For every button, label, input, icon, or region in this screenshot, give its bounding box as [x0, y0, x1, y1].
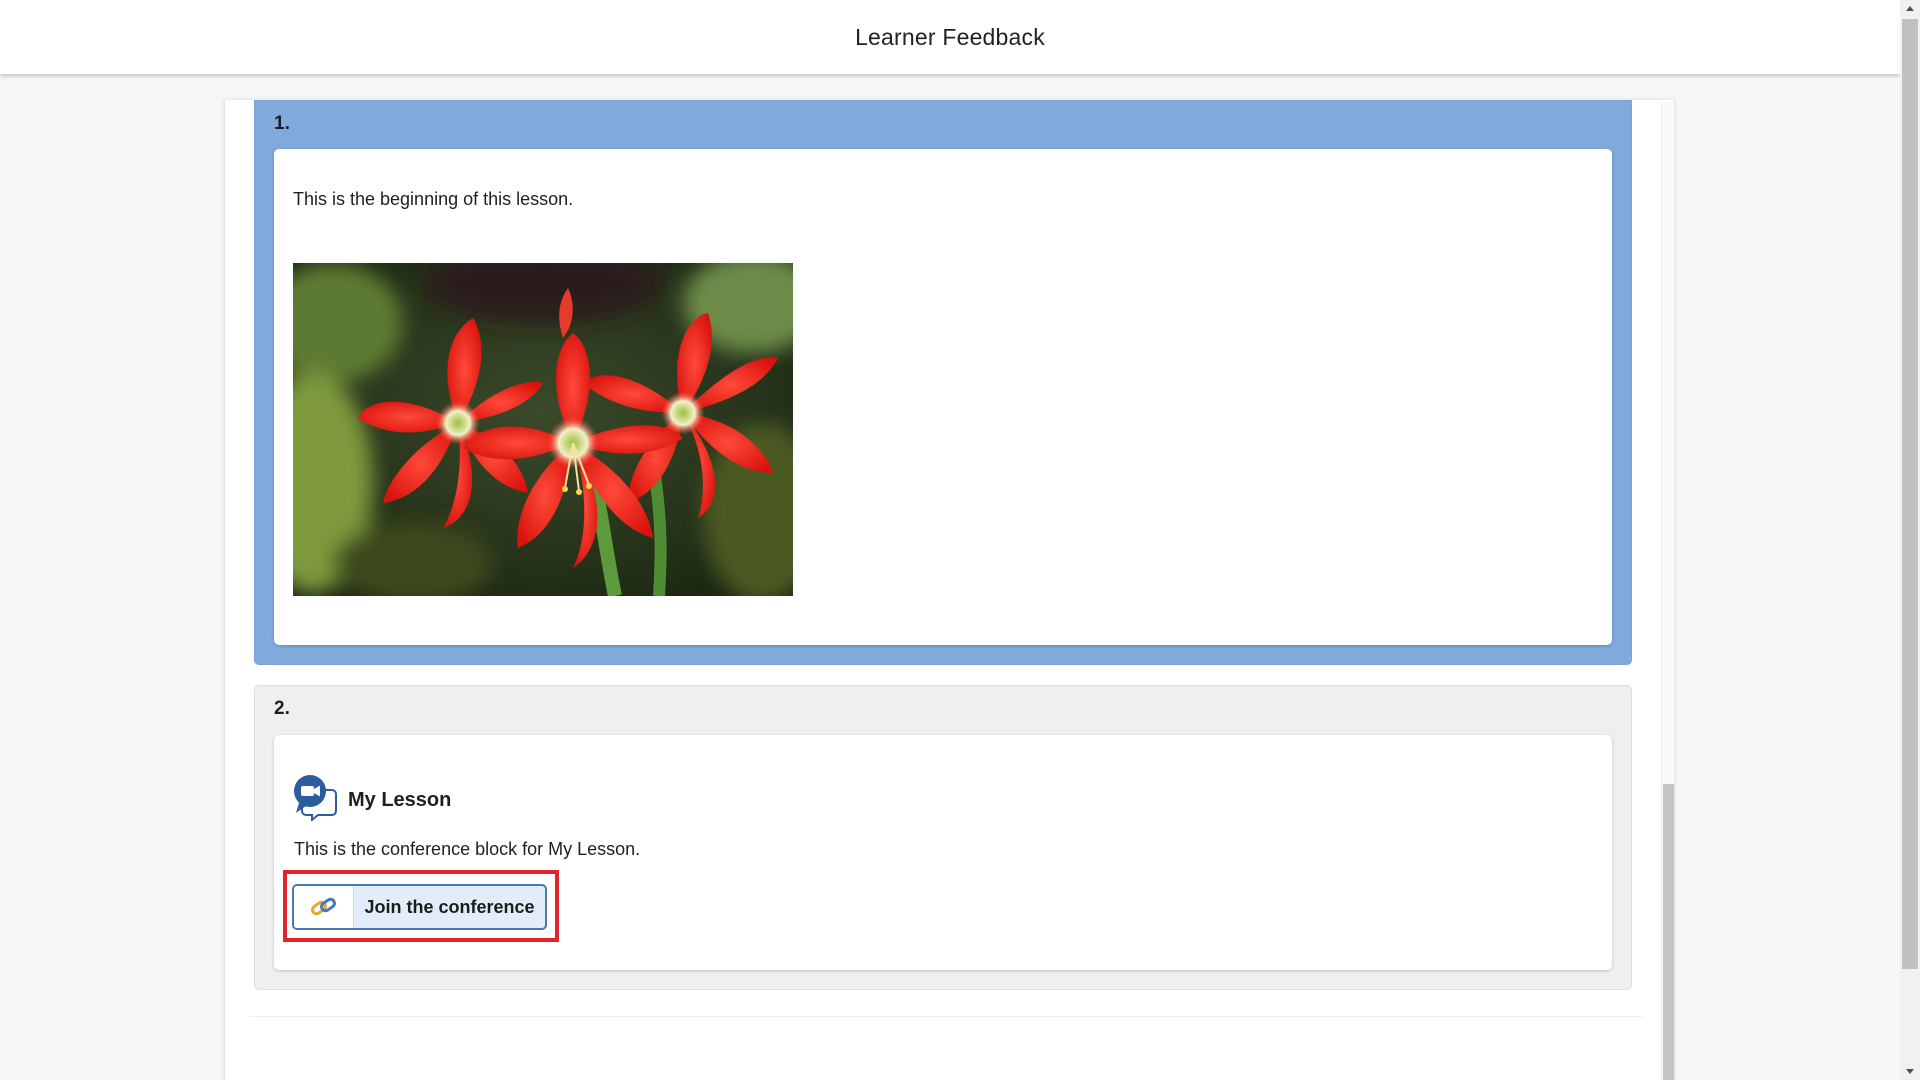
page-title: Learner Feedback — [855, 23, 1045, 50]
flower-image — [293, 263, 793, 596]
scroll-up-arrow-icon[interactable] — [1900, 0, 1920, 17]
panel-scroll-thumb[interactable] — [1663, 784, 1674, 1080]
page: Learner Feedback 1. This is the beginnin… — [0, 0, 1920, 1080]
block-number: 2. — [274, 698, 290, 719]
app-header: Learner Feedback — [0, 0, 1900, 74]
panel-divider — [250, 1016, 1642, 1017]
lesson-block-2[interactable]: 2. My Lesson This is the conference bloc… — [254, 685, 1632, 990]
flower-image-graphic — [293, 263, 793, 596]
window-scrollbar[interactable] — [1900, 0, 1920, 1080]
lesson-block-1[interactable]: 1. This is the beginning of this lesson. — [254, 100, 1632, 665]
block-number: 1. — [274, 113, 290, 134]
conference-header: My Lesson — [292, 773, 451, 821]
lesson-intro-text: This is the beginning of this lesson. — [293, 189, 574, 209]
scroll-down-arrow-icon[interactable] — [1900, 1063, 1920, 1080]
highlight-box — [283, 870, 559, 942]
panel-scrollbar[interactable] — [1661, 102, 1674, 1080]
video-chat-icon — [294, 775, 337, 821]
conference-description: This is the conference block for My Less… — [294, 839, 641, 859]
window-scroll-thumb[interactable] — [1902, 19, 1918, 969]
conference-title: My Lesson — [348, 788, 452, 811]
block-card: This is the beginning of this lesson. — [274, 149, 1612, 645]
